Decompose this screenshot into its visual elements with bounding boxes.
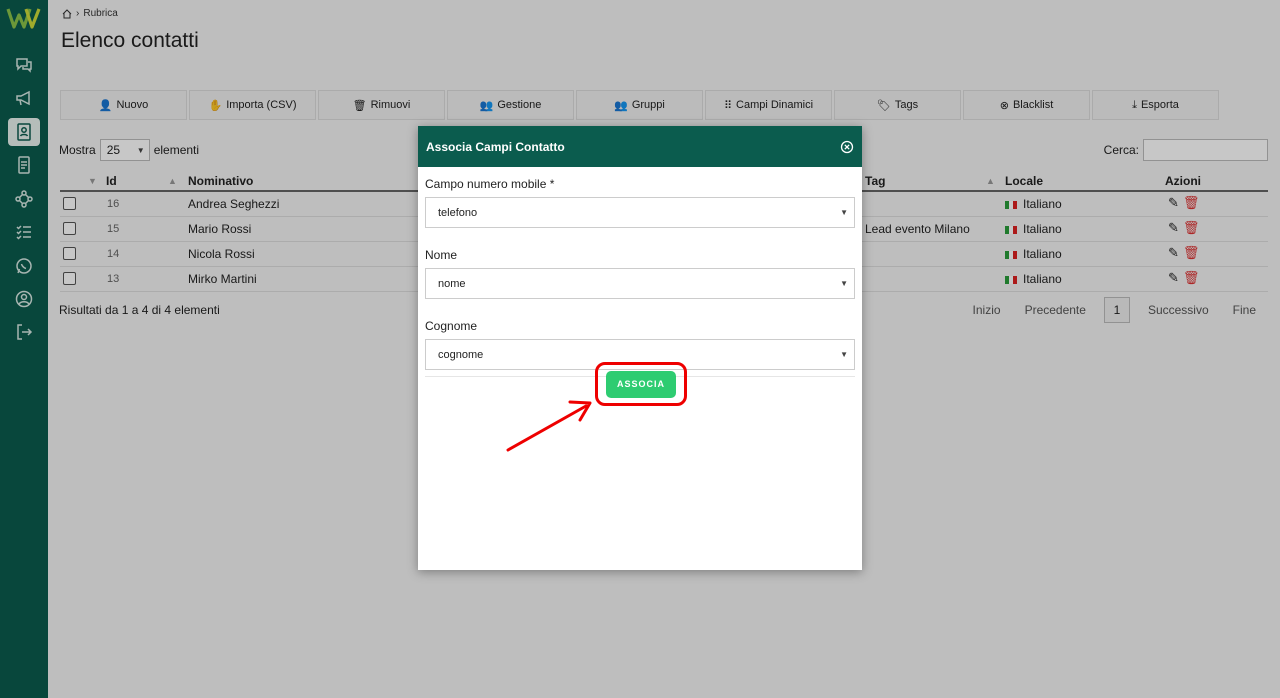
modal-header: Associa Campi Contatto: [418, 126, 862, 167]
associate-fields-modal: Associa Campi Contatto Campo numero mobi…: [418, 126, 862, 570]
first-name-select[interactable]: nome ▼: [425, 268, 855, 299]
mobile-field-label: Campo numero mobile *: [425, 177, 555, 191]
close-icon[interactable]: [840, 140, 854, 154]
last-name-label: Cognome: [425, 319, 478, 333]
chevron-down-icon: ▼: [840, 350, 848, 359]
mobile-field-select[interactable]: telefono ▼: [425, 197, 855, 228]
modal-title: Associa Campi Contatto: [426, 139, 565, 154]
first-name-value: nome: [438, 277, 466, 290]
chevron-down-icon: ▼: [840, 208, 848, 217]
associate-button[interactable]: ASSOCIA: [606, 370, 676, 398]
modal-body: Campo numero mobile * telefono ▼ Nome nom…: [418, 167, 862, 377]
first-name-label: Nome: [425, 248, 458, 262]
mobile-field-value: telefono: [438, 206, 478, 219]
last-name-value: cognome: [438, 348, 484, 361]
annotation-arrow-icon: [506, 400, 592, 452]
chevron-down-icon: ▼: [840, 279, 848, 288]
